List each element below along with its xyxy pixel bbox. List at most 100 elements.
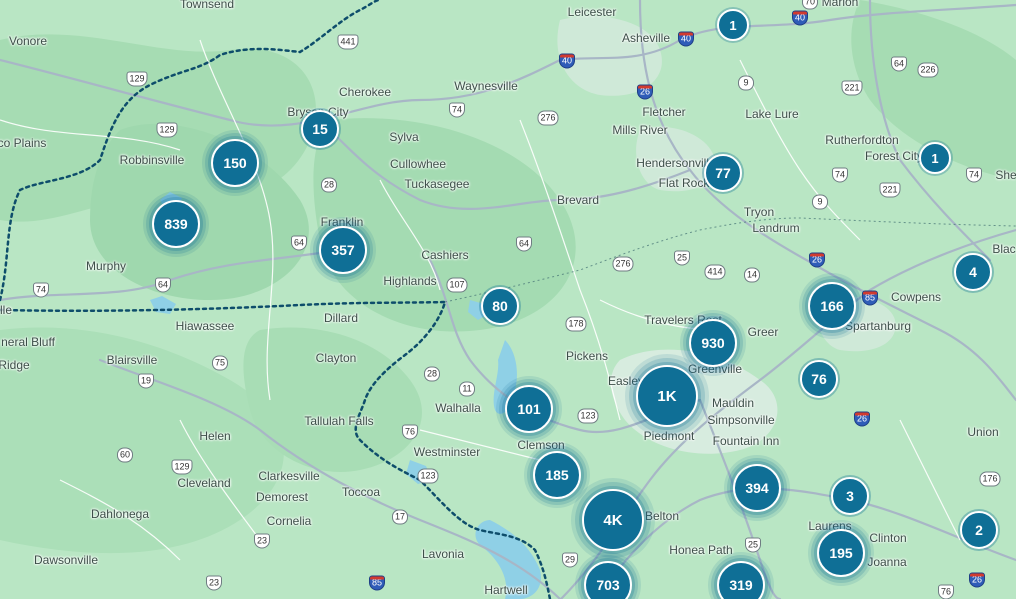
place-label-tallulah-falls: Tallulah Falls: [304, 414, 374, 428]
route-shield-sr276-b: 276: [612, 256, 634, 272]
place-label-mills-river: Mills River: [612, 123, 668, 137]
listing-cluster-marker[interactable]: 839: [152, 200, 200, 248]
place-label-mauldin: Mauldin: [711, 396, 755, 410]
route-shield-sr123-b: 123: [417, 468, 439, 484]
place-label-neral-bluff: neral Bluff: [1, 335, 55, 349]
route-shield-us221-a: 221: [841, 80, 863, 96]
listing-cluster-marker[interactable]: 394: [733, 464, 781, 512]
place-label-robbinsville: Robbinsville: [119, 153, 185, 167]
place-label-helen: Helen: [199, 429, 231, 443]
listing-cluster-marker[interactable]: 76: [800, 360, 838, 398]
place-label-demorest: Demorest: [255, 490, 309, 504]
route-shield-sr76-b: 76: [937, 584, 955, 599]
place-label-highlands: Highlands: [383, 274, 437, 288]
place-label-cherokee: Cherokee: [338, 85, 392, 99]
place-label-dawsonville: Dawsonville: [33, 553, 99, 567]
route-shield-us129-a: 129: [126, 71, 148, 87]
place-label-clinton: Clinton: [869, 531, 907, 545]
route-shield-sr9-b: 9: [812, 194, 828, 210]
place-label-union: Union: [967, 425, 999, 439]
route-shield-sr28-b: 28: [423, 366, 441, 382]
listing-cluster-marker[interactable]: 15: [301, 110, 339, 148]
place-label-joanna: Joanna: [867, 555, 907, 569]
place-label-marion: Marion: [821, 0, 859, 9]
place-label-clarkesville: Clarkesville: [258, 469, 320, 483]
place-label-blacksburg: Blac: [992, 242, 1016, 256]
place-label-clemson: Clemson: [517, 438, 565, 452]
place-label-honea-path: Honea Path: [669, 543, 733, 557]
listing-cluster-marker[interactable]: 1: [919, 142, 951, 174]
place-label-pickens: Pickens: [565, 349, 609, 363]
place-label-tellico-plains: co Plains: [0, 136, 47, 150]
route-shield-sr123-a: 123: [577, 408, 599, 424]
place-label-toccoa: Toccoa: [341, 485, 381, 499]
place-label-townsend: Townsend: [179, 0, 235, 11]
route-shield-us129-b: 129: [156, 122, 178, 138]
place-label-sylva: Sylva: [389, 130, 419, 144]
route-shield-sr60: 60: [116, 447, 134, 463]
listing-cluster-marker[interactable]: 185: [533, 451, 581, 499]
listing-cluster-marker[interactable]: 1K: [636, 365, 698, 427]
place-label-hiawassee: Hiawassee: [175, 319, 235, 333]
place-label-westminster: Westminster: [413, 445, 481, 459]
listing-cluster-marker[interactable]: 1: [717, 9, 749, 41]
place-label-spartanburg: Spartanburg: [844, 319, 912, 333]
route-shield-us221-b: 221: [879, 182, 901, 198]
place-label-ville: lle: [0, 303, 13, 317]
place-label-brevard: Brevard: [556, 193, 600, 207]
listing-cluster-marker[interactable]: 101: [505, 385, 553, 433]
route-shield-sr414: 414: [704, 264, 726, 280]
listing-cluster-marker[interactable]: 3: [831, 477, 869, 515]
route-shield-sr11: 11: [459, 381, 475, 397]
place-label-greer: Greer: [747, 325, 779, 339]
place-label-waynesville: Waynesville: [454, 79, 518, 93]
route-shield-us129-c: 129: [171, 459, 193, 475]
route-shield-sr9-a: 9: [738, 75, 754, 91]
route-shield-sr176: 176: [979, 471, 1001, 487]
place-label-walhalla: Walhalla: [435, 401, 481, 415]
listing-cluster-marker[interactable]: 77: [704, 154, 742, 192]
place-label-vonore: Vonore: [8, 34, 48, 48]
place-label-fountain-inn: Fountain Inn: [712, 434, 780, 448]
route-shield-sr17: 17: [391, 509, 409, 525]
route-shield-sr75: 75: [211, 355, 229, 371]
place-label-shelby: She: [995, 168, 1016, 182]
place-label-cowpens: Cowpens: [890, 290, 942, 304]
listing-cluster-marker[interactable]: 166: [808, 282, 856, 330]
place-label-belton: Belton: [644, 509, 680, 523]
place-label-fletcher: Fletcher: [642, 105, 686, 119]
place-label-forest-city: Forest City: [864, 149, 924, 163]
listing-cluster-marker[interactable]: 80: [481, 287, 519, 325]
listing-cluster-marker[interactable]: 4K: [582, 489, 644, 551]
place-label-clayton: Clayton: [315, 351, 357, 365]
route-shield-sr226: 226: [917, 62, 939, 78]
place-label-cashiers: Cashiers: [421, 248, 469, 262]
map-canvas[interactable]: Townsend Vonore Leicester Asheville Marion Ch…: [0, 0, 1016, 599]
listing-cluster-marker[interactable]: 357: [319, 226, 367, 274]
listing-cluster-marker[interactable]: 930: [689, 319, 737, 367]
place-label-dahlonega: Dahlonega: [90, 507, 150, 521]
place-label-cornelia: Cornelia: [266, 514, 312, 528]
place-label-leicester: Leicester: [567, 5, 617, 19]
place-label-lavonia: Lavonia: [421, 547, 465, 561]
route-shield-sr276-a: 276: [537, 110, 559, 126]
listing-cluster-marker[interactable]: 195: [817, 529, 865, 577]
listing-cluster-marker[interactable]: 150: [211, 139, 259, 187]
place-label-dillard: Dillard: [323, 311, 359, 325]
route-shield-sr107: 107: [446, 277, 468, 293]
place-label-piedmont: Piedmont: [643, 429, 695, 443]
route-shield-sr28-a: 28: [320, 177, 338, 193]
route-shield-sr178: 178: [565, 316, 587, 332]
place-label-lake-lure: Lake Lure: [745, 107, 799, 121]
listing-cluster-marker[interactable]: 2: [960, 511, 998, 549]
place-label-rutherfordton: Rutherfordton: [825, 133, 899, 147]
place-label-cleveland: Cleveland: [177, 476, 231, 490]
place-label-tuckasegee: Tuckasegee: [404, 177, 470, 191]
place-label-landrum: Landrum: [752, 221, 800, 235]
place-label-murphy: Murphy: [85, 259, 127, 273]
route-shield-sr14: 14: [743, 267, 761, 283]
listing-cluster-marker[interactable]: 4: [954, 253, 992, 291]
place-label-cullowhee: Cullowhee: [389, 157, 447, 171]
place-label-asheville: Asheville: [621, 31, 671, 45]
place-label-blairsville: Blairsville: [106, 353, 158, 367]
